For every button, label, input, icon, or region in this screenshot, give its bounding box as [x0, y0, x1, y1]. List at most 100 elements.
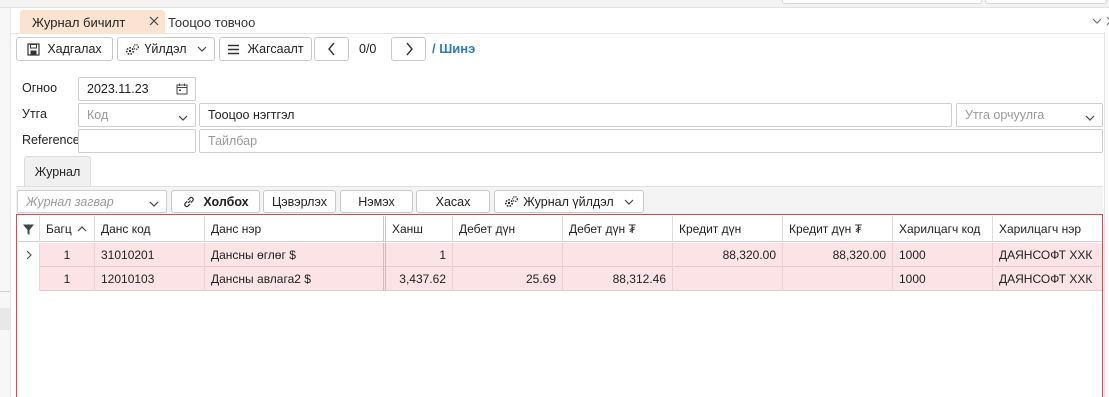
chevron-right-icon: [404, 42, 414, 56]
row-indicator[interactable]: [18, 267, 40, 291]
chevron-down-icon: [178, 111, 188, 125]
cell-debit[interactable]: [453, 243, 563, 267]
close-window-icon[interactable]: [1105, 15, 1109, 27]
journal-description-value: Тооцоо нэгтгэл: [208, 108, 295, 122]
reference-label: Reference: [22, 133, 80, 147]
cell-batch[interactable]: 1: [40, 243, 95, 267]
cell-rate[interactable]: 1: [386, 243, 453, 267]
top-control-a[interactable]: [782, 0, 982, 4]
top-strip: [0, 0, 1109, 8]
column-header-label: Ханш: [392, 222, 423, 236]
add-row-button-label: Нэмэх: [358, 194, 395, 209]
description-placeholder: Тайлбар: [208, 134, 258, 148]
save-button[interactable]: Хадгалах: [16, 37, 113, 61]
column-header-label: Кредит дүн ₮: [789, 222, 862, 236]
journal-description-field[interactable]: Тооцоо нэгтгэл: [199, 103, 952, 127]
link-button-label: Холбох: [203, 194, 249, 209]
column-header-debit-mnt[interactable]: Дебет дүн ₮: [563, 216, 673, 242]
column-header-account-code[interactable]: Данс код: [95, 216, 205, 242]
cell-partner-code[interactable]: 1000: [893, 243, 993, 267]
date-label: Огноо: [22, 81, 58, 95]
table-row[interactable]: 1 12010103 Дансны авлага2 $ 3,437.62 25.…: [18, 267, 1102, 291]
remove-row-button[interactable]: Хасах: [416, 190, 490, 213]
sort-ascending-icon: [77, 225, 87, 233]
column-header-debit[interactable]: Дебет дүн: [453, 216, 563, 242]
date-field[interactable]: 2023.11.23: [78, 77, 196, 101]
cell-rate[interactable]: 3,437.62: [386, 267, 453, 291]
clear-button-label: Цэвэрлэх: [272, 194, 327, 209]
rail-divider: [0, 291, 10, 292]
tab-settlement-summary[interactable]: Тооцоо товчоо: [165, 10, 285, 34]
tab-journal-label: Журнал: [34, 164, 81, 179]
previous-button[interactable]: [314, 37, 349, 61]
cell-account-name[interactable]: Дансны өглөг $: [205, 243, 386, 267]
journal-template-select[interactable]: Журнал загвар: [17, 190, 167, 213]
cell-credit-mnt[interactable]: 88,320.00: [783, 243, 893, 267]
column-header-credit-mnt[interactable]: Кредит дүн ₮: [783, 216, 893, 242]
link-icon: [182, 195, 196, 209]
close-icon[interactable]: [147, 14, 161, 28]
next-button[interactable]: [391, 37, 426, 61]
add-row-button[interactable]: Нэмэх: [340, 190, 413, 213]
cell-debit-mnt[interactable]: 88,312.46: [563, 267, 673, 291]
gear-icon: [125, 43, 140, 56]
column-header-account-name[interactable]: Данс нэр: [205, 216, 386, 242]
cell-account-name[interactable]: Дансны авлага2 $: [205, 267, 386, 291]
cell-account-code[interactable]: 31010201: [95, 243, 205, 267]
cell-account-code[interactable]: 12010103: [95, 267, 205, 291]
chevron-down-icon: [149, 197, 159, 211]
remove-row-button-label: Хасах: [435, 194, 471, 209]
pager-count: 0/0: [359, 42, 377, 56]
tab-settlement-summary-label: Тооцоо товчоо: [168, 14, 256, 30]
cell-partner-name[interactable]: ДАЯНСОФТ ХХК: [993, 243, 1102, 267]
process-dropdown-label: Үйлдэл: [144, 42, 187, 56]
cell-partner-name[interactable]: ДАЯНСОФТ ХХК: [993, 267, 1102, 291]
column-header-label: Харилцагч код: [899, 222, 981, 236]
tab-journal-entry-label: Журнал бичилт: [32, 14, 126, 30]
document-tabs: Журнал бичилт Тооцоо товчоо: [11, 8, 1109, 34]
column-header-rate[interactable]: Ханш: [386, 216, 453, 242]
column-header-label: Кредит дүн: [679, 222, 742, 236]
reference-field[interactable]: [78, 129, 196, 153]
chevron-down-icon: [197, 45, 207, 53]
left-rail: [0, 8, 11, 397]
column-header-batch[interactable]: Багц: [40, 216, 95, 242]
row-indicator-icon[interactable]: [18, 243, 40, 267]
translation-select[interactable]: Утга орчуулга: [956, 103, 1103, 127]
table-row[interactable]: 1 31010201 Дансны өглөг $ 1 88,320.00 88…: [18, 243, 1102, 267]
list-button[interactable]: Жагсаалт: [219, 37, 312, 61]
list-button-label: Жагсаалт: [247, 42, 304, 56]
cell-credit[interactable]: 88,320.00: [673, 243, 783, 267]
tab-journal-entry[interactable]: Журнал бичилт: [20, 10, 165, 34]
top-control-b[interactable]: [985, 0, 1107, 4]
cell-partner-code[interactable]: 1000: [893, 267, 993, 291]
cell-credit[interactable]: [673, 267, 783, 291]
column-header-label: Дебет дүн ₮: [569, 222, 636, 236]
cell-debit-mnt[interactable]: [563, 243, 673, 267]
clear-button[interactable]: Цэвэрлэх: [263, 190, 336, 213]
chevron-left-icon: [327, 42, 337, 56]
filter-icon[interactable]: [18, 216, 40, 242]
column-header-label: Данс нэр: [211, 222, 262, 236]
journal-process-dropdown[interactable]: Журнал үйлдэл: [494, 190, 644, 213]
code-select[interactable]: Код: [78, 103, 196, 127]
cell-batch[interactable]: 1: [40, 267, 95, 291]
rail-handle[interactable]: [0, 308, 10, 330]
calendar-icon[interactable]: [176, 83, 188, 98]
cell-credit-mnt[interactable]: [783, 267, 893, 291]
column-header-partner-code[interactable]: Харилцагч код: [893, 216, 993, 242]
description-field[interactable]: Тайлбар: [199, 129, 1103, 153]
new-record-label: / Шинэ: [432, 41, 476, 56]
column-header-credit[interactable]: Кредит дүн: [673, 216, 783, 242]
cell-debit[interactable]: 25.69: [453, 267, 563, 291]
vertical-scrollbar[interactable]: [1104, 32, 1109, 397]
column-header-label: Харилцагч нэр: [999, 222, 1081, 236]
link-button[interactable]: Холбох: [171, 190, 260, 213]
tab-journal[interactable]: Журнал: [24, 156, 91, 186]
list-icon: [227, 44, 240, 55]
save-button-label: Хадгалах: [47, 42, 102, 56]
process-dropdown[interactable]: Үйлдэл: [117, 37, 215, 61]
column-header-partner-name[interactable]: Харилцагч нэр: [993, 216, 1102, 242]
chevron-down-icon[interactable]: [1091, 15, 1103, 27]
save-icon: [27, 42, 40, 56]
